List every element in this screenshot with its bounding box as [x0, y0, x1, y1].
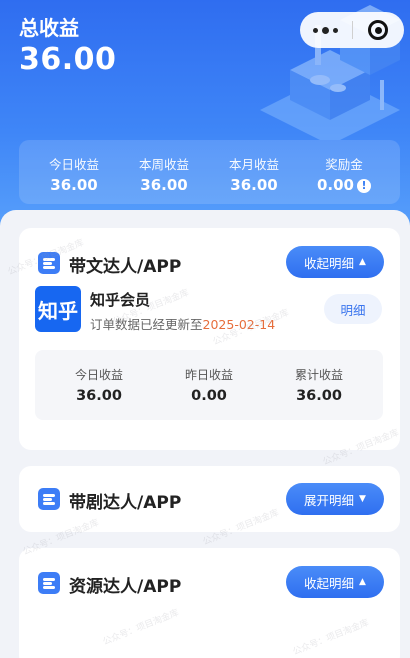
document-icon [38, 572, 60, 594]
card-title: 资源达人/APP [69, 577, 182, 597]
detail-button[interactable]: 明细 [324, 294, 382, 324]
card-title: 带文达人/APP [69, 257, 182, 277]
earnings-summary-panel: 今日收益 36.00 本周收益 36.00 本月收益 36.00 奖励金 0.0… [19, 140, 400, 204]
exclamation-circle-icon[interactable]: ! [357, 179, 371, 193]
mini-stat-value: 36.00 [296, 388, 342, 404]
document-icon [38, 488, 60, 510]
toggle-label: 收起明细 [304, 575, 355, 591]
category-card-drama: 带剧达人/APP 展开明细 ▼ [19, 466, 400, 532]
update-status: 订单数据已经更新至2025-02-14 [90, 314, 275, 333]
update-prefix: 订单数据已经更新至 [90, 317, 203, 332]
caret-down-icon: ▼ [359, 494, 366, 504]
stat-label: 今日收益 [48, 157, 99, 172]
miniprogram-capsule [300, 12, 404, 48]
category-card-resource: 资源达人/APP 收起明细 ▲ [19, 548, 400, 658]
more-dots-icon[interactable] [300, 12, 352, 48]
stat-value-wrap: 0.00! [299, 176, 389, 194]
toggle-label: 收起明细 [304, 255, 355, 271]
stat-value: 36.00 [50, 176, 98, 194]
zhihu-logo: 知乎 [35, 286, 81, 332]
update-date: 2025-02-14 [202, 317, 276, 332]
collapse-details-button[interactable]: 收起明细 ▲ [286, 246, 384, 278]
total-earnings-value: 36.00 [19, 42, 117, 77]
caret-up-icon: ▲ [359, 257, 366, 267]
stat-label: 奖励金 [325, 157, 363, 172]
app-name: 知乎会员 [90, 291, 151, 309]
mini-stat-label: 累计收益 [294, 368, 343, 382]
category-card-article: 带文达人/APP 收起明细 ▲ 知乎 知乎会员 订单数据已经更新至2025-02-… [19, 228, 400, 450]
total-earnings-label: 总收益 [19, 16, 79, 40]
stat-value: 0.00 [316, 176, 354, 194]
target-close-icon[interactable] [352, 12, 404, 48]
stat-label: 本月收益 [228, 157, 279, 172]
expand-details-button[interactable]: 展开明细 ▼ [286, 483, 384, 515]
stat-value: 36.00 [230, 176, 278, 194]
document-icon [38, 252, 60, 274]
stat-label: 本周收益 [138, 157, 189, 172]
header-banner: 总收益 36.00 今日收益 36.00 本周收益 36.00 本月收益 36.… [0, 0, 410, 240]
mini-stat-value: 36.00 [76, 388, 122, 404]
app-earnings-stats: 今日收益 36.00 昨日收益 0.00 累计收益 36.00 [35, 350, 383, 420]
mini-stat-label: 昨日收益 [184, 368, 233, 382]
caret-up-icon: ▲ [359, 577, 366, 587]
collapse-details-button[interactable]: 收起明细 ▲ [286, 566, 384, 598]
mini-stat-label: 今日收益 [74, 368, 123, 382]
stat-value: 36.00 [140, 176, 188, 194]
card-title: 带剧达人/APP [69, 493, 182, 513]
mini-stat-value: 0.00 [191, 388, 227, 404]
toggle-label: 展开明细 [304, 492, 355, 508]
